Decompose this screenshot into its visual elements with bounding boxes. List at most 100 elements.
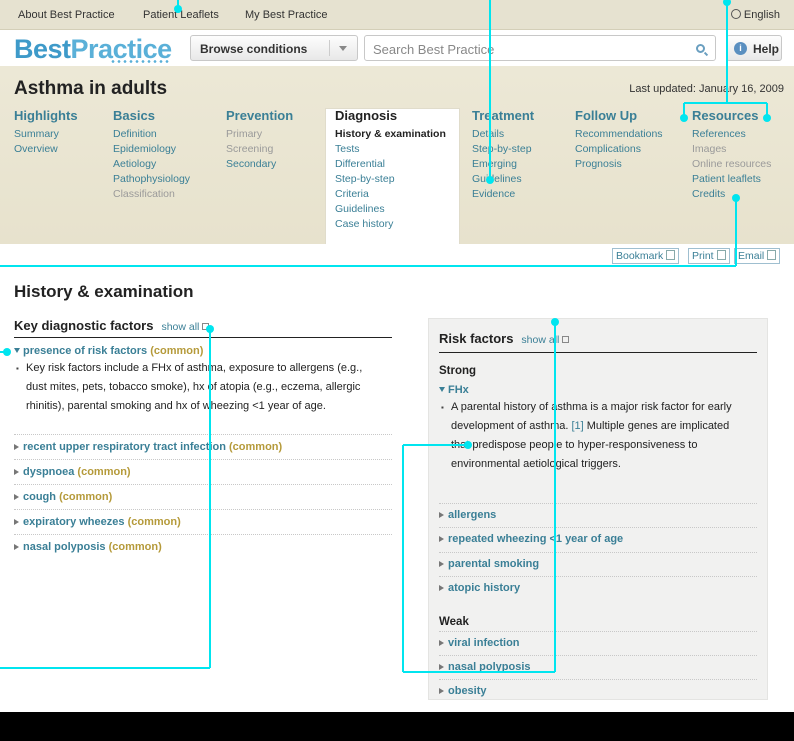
nav-item-treatment-guidelines[interactable]: Guidelines (472, 172, 534, 187)
patient-leaflets-link[interactable]: Patient Leaflets (143, 9, 219, 21)
nav-item-aetiology[interactable]: Aetiology (113, 157, 190, 172)
factor-toggle-presence-of-risk-factors[interactable]: presence of risk factors (common) (14, 345, 392, 357)
nav-item-pathophysiology[interactable]: Pathophysiology (113, 172, 190, 187)
nav-item-criteria[interactable]: Criteria (335, 187, 446, 202)
nav-item-patient-leaflets[interactable]: Patient leaflets (692, 172, 771, 187)
nav-item-evidence[interactable]: Evidence (472, 187, 534, 202)
risk-detail-line: environmental aetiological triggers. (451, 458, 621, 470)
language-selector[interactable]: English (730, 9, 780, 21)
nav-item-treatment-step-by-step[interactable]: Step-by-step (472, 142, 534, 157)
search-icon[interactable] (696, 44, 705, 53)
nav-item-epidemiology[interactable]: Epidemiology (113, 142, 190, 157)
risk-factor-name: viral infection (448, 637, 520, 649)
weak-label: Weak (439, 616, 469, 628)
brand-bar: BestPractice Browse conditions Search Be… (0, 30, 794, 66)
nav-item-definition[interactable]: Definition (113, 127, 190, 142)
risk-factor-row[interactable]: atopic history (439, 576, 757, 594)
nav-item-prognosis[interactable]: Prognosis (575, 157, 663, 172)
heading-rule (14, 337, 392, 338)
risk-factor-row[interactable]: allergens (439, 503, 757, 521)
risk-factor-name: atopic history (448, 582, 521, 594)
nav-head-treatment[interactable]: Treatment (472, 108, 534, 123)
nav-item-history-examination[interactable]: History & examination (335, 127, 446, 142)
key-factors-heading: Key diagnostic factors (14, 318, 154, 333)
bookmark-icon (666, 250, 676, 260)
nav-item-complications[interactable]: Complications (575, 142, 663, 157)
risk-factor-row[interactable]: obesity (439, 679, 757, 697)
nav-item-classification[interactable]: Classification (113, 187, 190, 202)
caret-right-icon (439, 561, 444, 567)
risk-factor-detail: A parental history of asthma is a major … (439, 398, 757, 474)
help-button[interactable]: i Help (726, 35, 782, 61)
printer-icon (716, 250, 726, 260)
nav-highlights: Highlights Summary Overview (14, 108, 78, 157)
factor-row[interactable]: dyspnoea (common) (14, 459, 392, 478)
nav-item-screening[interactable]: Screening (226, 142, 293, 157)
search-input[interactable]: Search Best Practice (364, 35, 716, 61)
key-factors-show-all[interactable]: show all (161, 321, 210, 333)
nav-item-details[interactable]: Details (472, 127, 534, 142)
nav-item-images[interactable]: Images (692, 142, 771, 157)
caret-right-icon (439, 664, 444, 670)
nav-item-summary[interactable]: Summary (14, 127, 78, 142)
nav-head-diagnosis[interactable]: Diagnosis (335, 108, 446, 123)
risk-toggle-fhx[interactable]: FHx (439, 384, 757, 396)
risk-detail-line: that predispose people to hyper-responsi… (451, 439, 698, 451)
show-all-label: show all (521, 334, 560, 346)
email-button[interactable]: Email (734, 248, 781, 264)
browse-conditions-label: Browse conditions (200, 42, 308, 56)
nav-item-diagnosis-step-by-step[interactable]: Step-by-step (335, 172, 446, 187)
nav-head-basics[interactable]: Basics (113, 108, 190, 123)
nav-item-primary[interactable]: Primary (226, 127, 293, 142)
nav-item-diagnosis-guidelines[interactable]: Guidelines (335, 202, 446, 217)
strong-label: Strong (439, 365, 477, 377)
factor-name: presence of risk factors (23, 345, 148, 357)
nav-item-references[interactable]: References (692, 127, 771, 142)
nav-item-case-history[interactable]: Case history (335, 217, 446, 232)
factor-name: recent upper respiratory tract infection (23, 441, 226, 453)
factor-row[interactable]: expiratory wheezes (common) (14, 509, 392, 528)
help-label: Help (753, 42, 780, 56)
bookmark-label: Bookmark (616, 250, 664, 262)
caret-right-icon (439, 536, 444, 542)
risk-factor-row[interactable]: repeated wheezing <1 year of age (439, 527, 757, 545)
nav-item-overview[interactable]: Overview (14, 142, 78, 157)
factor-detail-line: Key risk factors include a FHx of asthma… (26, 362, 363, 374)
nav-item-online-resources[interactable]: Online resources (692, 157, 771, 172)
risk-factor-row[interactable]: nasal polyposis (439, 655, 757, 673)
black-bar (0, 712, 794, 741)
caret-right-icon (439, 512, 444, 518)
page-title: Asthma in adults (14, 78, 168, 99)
risk-factor-row[interactable]: parental smoking (439, 552, 757, 570)
nav-item-secondary[interactable]: Secondary (226, 157, 293, 172)
bookmark-button[interactable]: Bookmark (612, 248, 680, 264)
factor-frequency: (common) (150, 345, 204, 357)
nav-item-recommendations[interactable]: Recommendations (575, 127, 663, 142)
caret-right-icon (14, 544, 19, 550)
factor-row[interactable]: cough (common) (14, 484, 392, 503)
caret-down-icon (14, 348, 20, 353)
risk-detail-text: development of asthma. (451, 420, 569, 432)
browse-conditions-button[interactable]: Browse conditions (190, 35, 358, 61)
my-best-practice-link[interactable]: My Best Practice (245, 9, 328, 21)
risk-factor-row[interactable]: viral infection (439, 631, 757, 649)
caret-right-icon (14, 519, 19, 525)
nav-item-emerging[interactable]: Emerging (472, 157, 534, 172)
nav-item-tests[interactable]: Tests (335, 142, 446, 157)
risk-factor-name: allergens (448, 509, 497, 521)
reference-link[interactable]: [1] (571, 420, 583, 432)
factor-row[interactable]: recent upper respiratory tract infection… (14, 434, 392, 453)
logo-part-best: Best (14, 34, 71, 64)
factor-row[interactable]: nasal polyposis (common) (14, 534, 392, 553)
nav-item-credits[interactable]: Credits (692, 187, 771, 202)
print-button[interactable]: Print (688, 248, 730, 264)
risk-factors-show-all[interactable]: show all (521, 334, 570, 346)
nav-head-follow-up[interactable]: Follow Up (575, 108, 663, 123)
nav-head-prevention[interactable]: Prevention (226, 108, 293, 123)
about-link[interactable]: About Best Practice (18, 9, 115, 21)
page-actions: Bookmark Print Email (0, 244, 794, 268)
nav-item-differential[interactable]: Differential (335, 157, 446, 172)
nav-head-resources[interactable]: Resources (692, 108, 771, 123)
envelope-icon (767, 250, 777, 260)
nav-head-highlights[interactable]: Highlights (14, 108, 78, 123)
